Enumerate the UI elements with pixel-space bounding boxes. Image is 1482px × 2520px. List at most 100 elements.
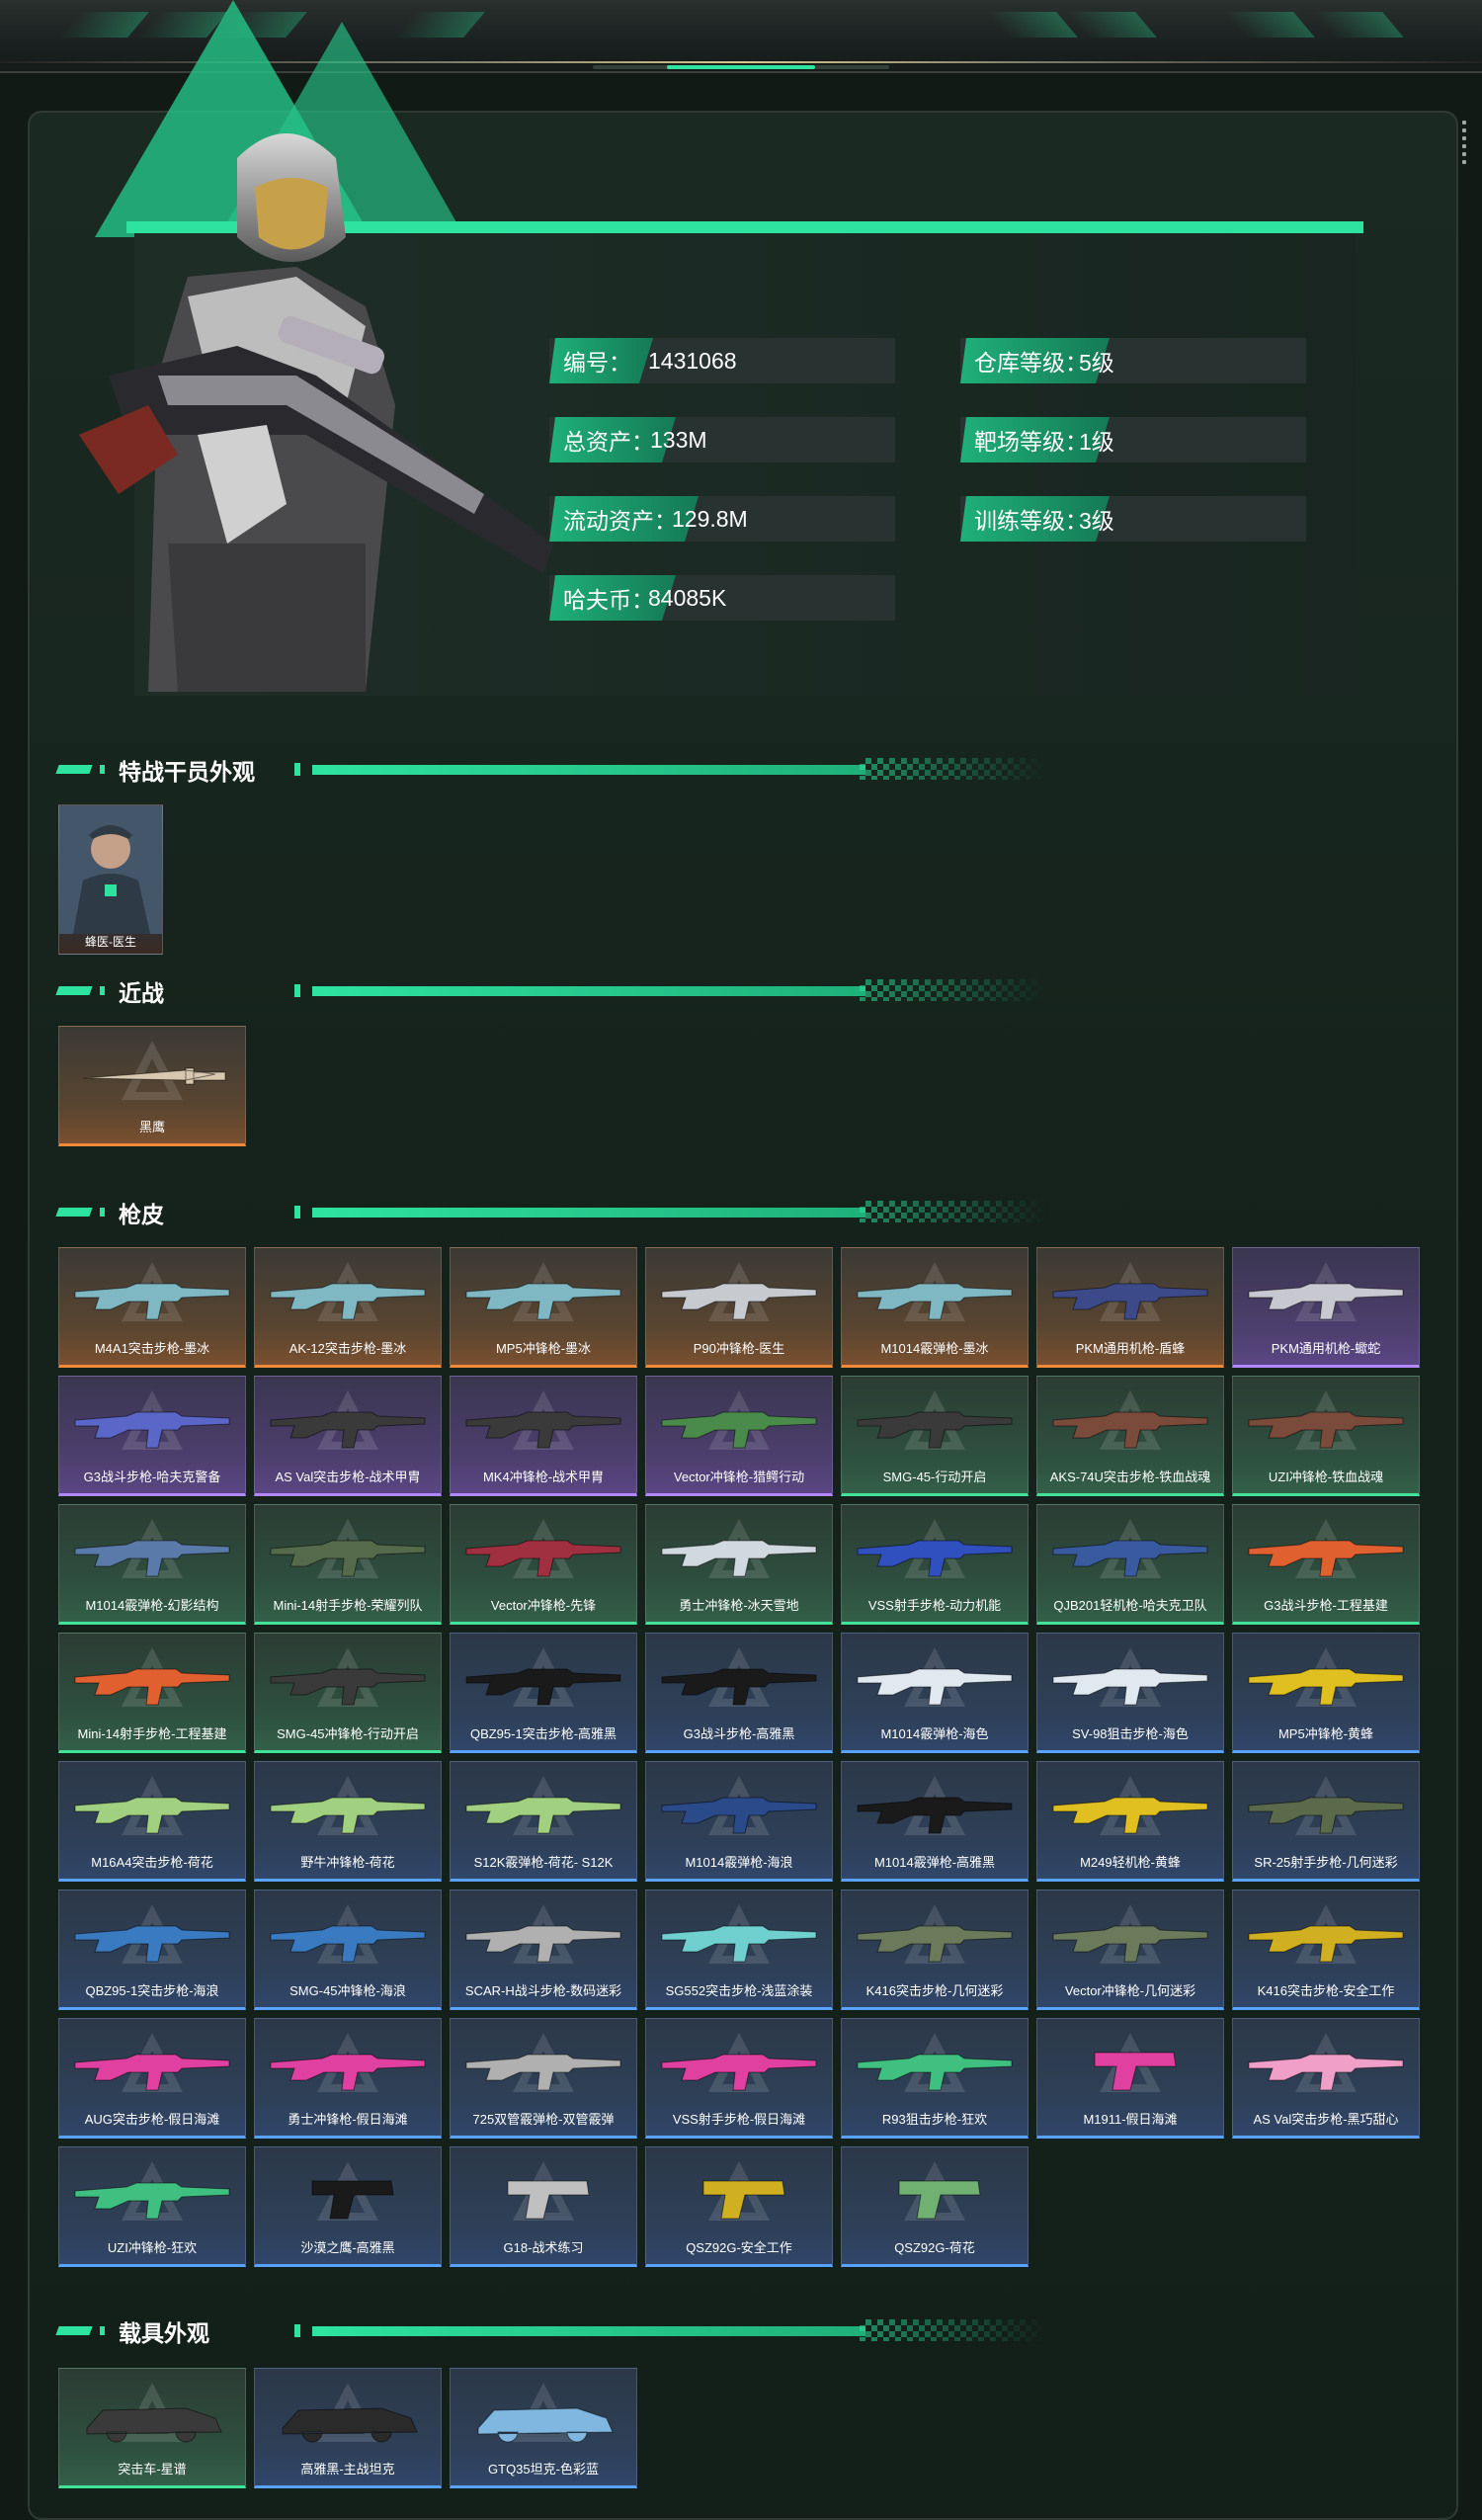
- weapon-skin-card[interactable]: AKS-74U突击步枪-铁血战魂: [1036, 1376, 1224, 1496]
- item-image: [1052, 1411, 1208, 1449]
- item-image: [857, 1668, 1013, 1706]
- weapon-skin-card[interactable]: G18-战术练习: [450, 2146, 637, 2267]
- weapon-skin-card[interactable]: 野牛冲锋枪-荷花: [254, 1761, 442, 1882]
- item-image: [661, 1925, 817, 1963]
- weapon-skin-card[interactable]: G3战斗步枪-工程基建: [1232, 1504, 1420, 1625]
- item-image: [1052, 1797, 1208, 1834]
- weapon-skin-card[interactable]: K416突击步枪-安全工作: [1232, 1890, 1420, 2010]
- weapon-skin-card[interactable]: M1014霰弹枪-海浪: [645, 1761, 833, 1882]
- weapon-skin-card[interactable]: VSS射手步枪-假日海滩: [645, 2018, 833, 2139]
- weapon-skin-card[interactable]: VSS射手步枪-动力机能: [841, 1504, 1029, 1625]
- item-label: K416突击步枪-几何迷彩: [865, 1983, 1004, 1998]
- weapon-skin-card[interactable]: UZI冲锋枪-狂欢: [58, 2146, 246, 2267]
- item-image: [857, 1283, 1013, 1320]
- weapon-skin-card[interactable]: 勇士冲锋枪-假日海滩: [254, 2018, 442, 2139]
- weapon-skin-card[interactable]: M249轻机枪-黄蜂: [1036, 1761, 1224, 1882]
- item-image: [311, 2180, 394, 2220]
- weapon-skin-card[interactable]: 勇士冲锋枪-冰天雪地: [645, 1504, 833, 1625]
- header-checker-decor: [860, 2319, 1047, 2341]
- weapon-skin-card[interactable]: QBZ95-1突击步枪-海浪: [58, 1890, 246, 2010]
- item-image: [74, 1925, 230, 1963]
- weapon-skin-card[interactable]: M1014霰弹枪-海色: [841, 1633, 1029, 1753]
- weapon-skin-card[interactable]: Mini-14射手步枪-工程基建: [58, 1633, 246, 1753]
- item-image: [1052, 1283, 1208, 1320]
- weapon-skin-card[interactable]: QSZ92G-荷花: [841, 2146, 1029, 2267]
- top-rail-glow: [667, 65, 815, 69]
- weapon-skin-card[interactable]: 沙漠之鹰-高雅黑: [254, 2146, 442, 2267]
- item-label: AS Val突击步枪-黑巧甜心: [1253, 2112, 1399, 2127]
- weapon-skin-card[interactable]: R93狙击步枪-狂欢: [841, 2018, 1029, 2139]
- weapon-skin-card[interactable]: SG552突击步枪-浅蓝涂装: [645, 1890, 833, 2010]
- item-label: 高雅黑-主战坦克: [300, 2462, 395, 2477]
- weapon-skin-card[interactable]: M1014霰弹枪-墨冰: [841, 1247, 1029, 1368]
- weapon-skin-card[interactable]: Vector冲锋枪-猎鳄行动: [645, 1376, 833, 1496]
- item-image: [74, 2054, 230, 2091]
- item-label: M1014霰弹枪-海色: [880, 1726, 989, 1741]
- item-image: [270, 1668, 426, 1706]
- item-label: SV-98狙击步枪-海色: [1072, 1726, 1189, 1741]
- weapon-skin-card[interactable]: M1911-假日海滩: [1036, 2018, 1224, 2139]
- weapon-skin-card[interactable]: SMG-45冲锋枪-行动开启: [254, 1633, 442, 1753]
- vehicle-skin-card[interactable]: 突击车-星谱: [58, 2368, 246, 2488]
- item-image: [82, 1067, 226, 1085]
- item-image: [74, 1540, 230, 1577]
- weapon-skin-card[interactable]: Mini-14射手步枪-荣耀列队: [254, 1504, 442, 1625]
- item-label: QSZ92G-荷花: [894, 2240, 975, 2255]
- weapon-skin-card[interactable]: SV-98狙击步枪-海色: [1036, 1633, 1224, 1753]
- weapon-skin-card[interactable]: M16A4突击步枪-荷花: [58, 1761, 246, 1882]
- item-image: [270, 1797, 426, 1834]
- weapon-skin-card[interactable]: P90冲锋枪-医生: [645, 1247, 833, 1368]
- weapon-skin-card[interactable]: G3战斗步枪-哈夫克警备: [58, 1376, 246, 1496]
- item-image: [74, 1411, 230, 1449]
- item-label: G3战斗步枪-哈夫克警备: [83, 1470, 221, 1484]
- weapon-skin-card[interactable]: SMG-45-行动开启: [841, 1376, 1029, 1496]
- weapon-skin-card[interactable]: G3战斗步枪-高雅黑: [645, 1633, 833, 1753]
- item-label: M1014霰弹枪-墨冰: [880, 1341, 989, 1356]
- weapon-skin-card[interactable]: Vector冲锋枪-几何迷彩: [1036, 1890, 1224, 2010]
- weapon-skin-card[interactable]: SMG-45冲锋枪-海浪: [254, 1890, 442, 2010]
- weapon-skin-card[interactable]: QBZ95-1突击步枪-高雅黑: [450, 1633, 637, 1753]
- stat-value: 129.8M: [672, 505, 748, 532]
- weapon-skin-card[interactable]: AS Val突击步枪-黑巧甜心: [1232, 2018, 1420, 2139]
- weapon-skin-card[interactable]: SR-25射手步枪-几何迷彩: [1232, 1761, 1420, 1882]
- weapon-skin-card[interactable]: M1014霰弹枪-高雅黑: [841, 1761, 1029, 1882]
- weapon-skin-card[interactable]: AUG突击步枪-假日海滩: [58, 2018, 246, 2139]
- item-image: [270, 1925, 426, 1963]
- weapon-skin-card[interactable]: Vector冲锋枪-先锋: [450, 1504, 637, 1625]
- weapon-skin-card[interactable]: AK-12突击步枪-墨冰: [254, 1247, 442, 1368]
- item-label: P90冲锋枪-医生: [693, 1341, 785, 1356]
- weapon-skin-card[interactable]: MP5冲锋枪-墨冰: [450, 1247, 637, 1368]
- stat-range-level: 靶场等级： 1级: [960, 417, 1306, 462]
- weapon-skin-card[interactable]: PKM通用机枪-盾蜂: [1036, 1247, 1224, 1368]
- weapon-skin-card[interactable]: M4A1突击步枪-墨冰: [58, 1247, 246, 1368]
- weapon-skin-card[interactable]: UZI冲锋枪-铁血战魂: [1232, 1376, 1420, 1496]
- item-image: [661, 1283, 817, 1320]
- top-slash-decor: [987, 12, 1078, 38]
- item-label: M4A1突击步枪-墨冰: [94, 1341, 210, 1356]
- item-label: QBZ95-1突击步枪-海浪: [85, 1983, 219, 1998]
- weapon-skin-card[interactable]: SCAR-H战斗步枪-数码迷彩: [450, 1890, 637, 2010]
- weapon-skin-card[interactable]: QSZ92G-安全工作: [645, 2146, 833, 2267]
- item-image: [270, 1411, 426, 1449]
- stat-value: 133M: [650, 426, 707, 453]
- header-dash-decor: [100, 765, 105, 774]
- weapon-skin-card[interactable]: M1014霰弹枪-幻影结构: [58, 1504, 246, 1625]
- item-image: [1248, 1540, 1404, 1577]
- vehicle-skin-card[interactable]: GTQ35坦克-色彩蓝: [450, 2368, 637, 2488]
- weapon-skin-card[interactable]: PKM通用机枪-蠍蛇: [1232, 1247, 1420, 1368]
- weapon-skin-card[interactable]: K416突击步枪-几何迷彩: [841, 1890, 1029, 2010]
- vehicle-skin-card[interactable]: 高雅黑-主战坦克: [254, 2368, 442, 2488]
- weapon-skin-card[interactable]: 725双管霰弹枪-双管霰弹: [450, 2018, 637, 2139]
- item-label: QBZ95-1突击步枪-高雅黑: [469, 1726, 618, 1741]
- weapon-skin-card[interactable]: S12K霰弹枪-荷花- S12K: [450, 1761, 637, 1882]
- section-header-operators: 特战干员外观: [55, 751, 1047, 787]
- weapon-skin-card[interactable]: MP5冲锋枪-黄蜂: [1232, 1633, 1420, 1753]
- item-image: [1248, 1283, 1404, 1320]
- weapon-skin-card[interactable]: AS Val突击步枪-战术甲胄: [254, 1376, 442, 1496]
- weapon-skin-card[interactable]: MK4冲锋枪-战术甲胄: [450, 1376, 637, 1496]
- melee-skin-card[interactable]: 黑鹰: [58, 1026, 246, 1146]
- operator-skin-card[interactable]: 蜂医-医生: [58, 804, 163, 955]
- panel-dots-decor: [1462, 117, 1468, 168]
- weapon-skin-card[interactable]: QJB201轻机枪-哈夫克卫队: [1036, 1504, 1224, 1625]
- item-label: QSZ92G-安全工作: [686, 2240, 792, 2255]
